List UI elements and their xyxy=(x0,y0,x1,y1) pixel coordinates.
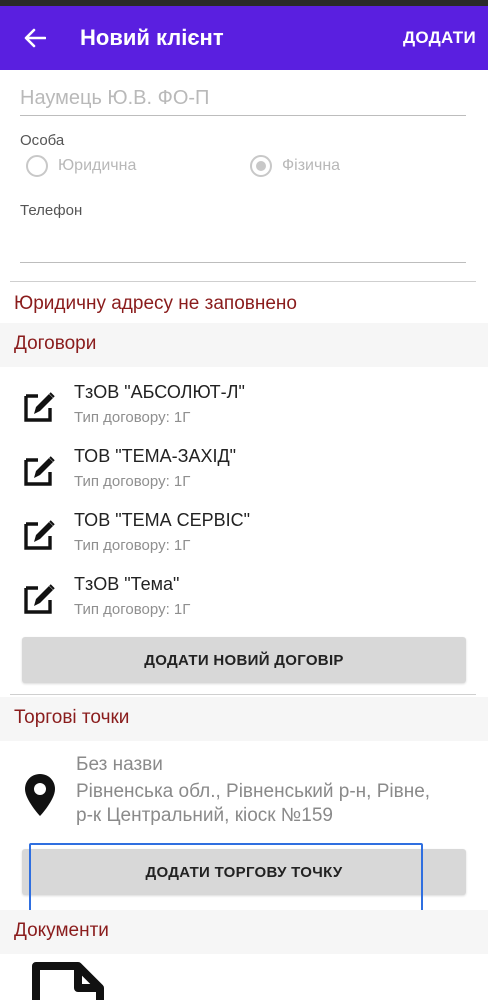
contract-type: Тип договору: 1Г xyxy=(74,537,191,554)
trade-point-name: Без назви xyxy=(76,754,163,775)
radio-circle xyxy=(26,155,48,177)
contract-type: Тип договору: 1Г xyxy=(74,409,191,426)
edit-document-icon xyxy=(24,456,55,486)
documents-header-label: Документи xyxy=(14,920,109,941)
divider xyxy=(10,281,476,282)
contracts-section-header: Договори xyxy=(0,323,488,367)
trade-point-item[interactable]: Без назви Рівненська обл., Рівненський р… xyxy=(22,754,472,838)
contract-item[interactable]: ТзОВ "Тема" Тип договору: 1Г xyxy=(22,574,462,630)
add-contract-button[interactable]: ДОДАТИ НОВИЙ ДОГОВІР xyxy=(22,637,466,683)
contracts-header-label: Договори xyxy=(14,333,97,354)
edit-document-icon xyxy=(24,520,55,550)
phone-label: Телефон xyxy=(20,202,83,219)
add-client-button[interactable]: ДОДАТИ xyxy=(403,28,476,48)
contract-item[interactable]: ТОВ "ТЕМА СЕРВІС" Тип договору: 1Г xyxy=(22,510,462,566)
radio-individual-label: Фізична xyxy=(282,157,341,174)
trade-points-header-label: Торгові точки xyxy=(14,707,130,728)
person-type-label: Особа xyxy=(20,132,65,149)
trade-point-address: Рівненська обл., Рівненський р-н, Рівне,… xyxy=(76,781,431,826)
contract-item[interactable]: ТзОВ "АБСОЛЮТ-Л" Тип договору: 1Г xyxy=(22,382,462,438)
contract-name: ТОВ "ТЕМА СЕРВІС" xyxy=(74,510,250,530)
divider xyxy=(10,694,476,695)
contract-type: Тип договору: 1Г xyxy=(74,473,191,490)
documents-section-header: Документи xyxy=(0,910,488,954)
back-arrow-icon[interactable] xyxy=(20,23,50,53)
contract-name: ТзОВ "Тема" xyxy=(74,574,180,594)
phone-input[interactable] xyxy=(20,225,466,263)
location-pin-icon xyxy=(25,774,55,816)
legal-address-warning[interactable]: Юридичну адресу не заповнено xyxy=(14,293,297,315)
document-icon[interactable] xyxy=(30,962,106,1000)
app-bar: Новий клієнт ДОДАТИ xyxy=(0,6,488,70)
radio-individual[interactable]: Фізична xyxy=(250,155,340,177)
client-name-input[interactable] xyxy=(20,82,466,116)
add-trade-point-button[interactable]: ДОДАТИ ТОРГОВУ ТОЧКУ xyxy=(22,849,466,895)
contract-type: Тип договору: 1Г xyxy=(74,601,191,618)
trade-points-section-header: Торгові точки xyxy=(0,697,488,741)
edit-document-icon xyxy=(24,584,55,614)
radio-legal[interactable]: Юридична xyxy=(26,155,136,177)
page-title: Новий клієнт xyxy=(80,25,224,50)
contract-name: ТОВ "ТЕМА-ЗАХІД" xyxy=(74,446,237,466)
contract-name: ТзОВ "АБСОЛЮТ-Л" xyxy=(74,382,245,402)
edit-document-icon xyxy=(24,392,55,422)
radio-legal-label: Юридична xyxy=(58,157,137,174)
radio-circle-checked xyxy=(250,155,272,177)
contract-item[interactable]: ТОВ "ТЕМА-ЗАХІД" Тип договору: 1Г xyxy=(22,446,462,502)
